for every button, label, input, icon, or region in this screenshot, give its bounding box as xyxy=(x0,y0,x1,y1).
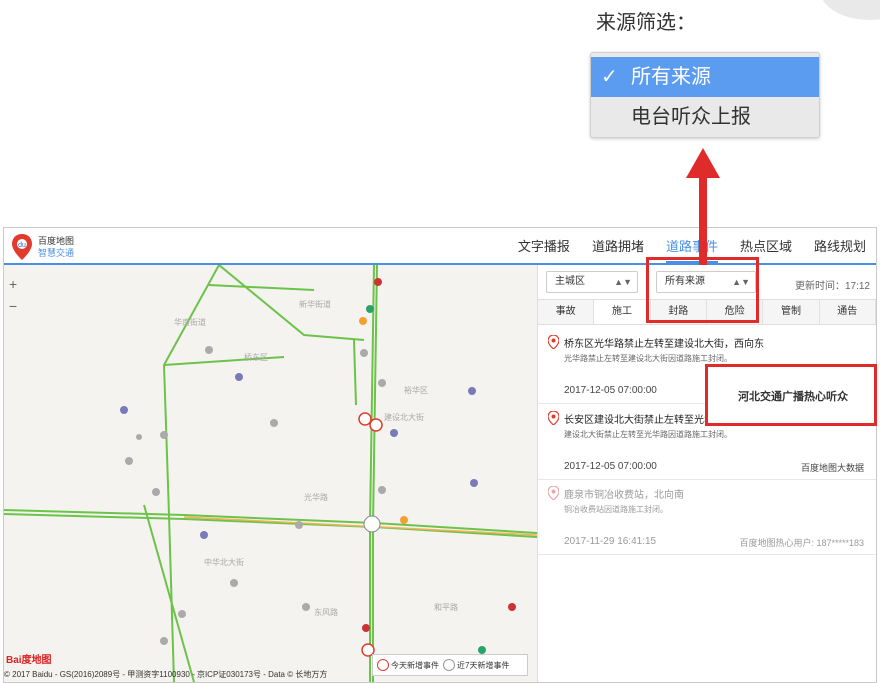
map-label-xinhua: 新华街道 xyxy=(299,299,331,309)
legend-week[interactable]: 近7天新增事件 xyxy=(443,659,509,671)
event-desc: 光华路禁止左转至建设北大街因道路施工封闭。 xyxy=(564,354,732,363)
option-all-sources[interactable]: ✓ 所有来源 xyxy=(591,57,819,97)
map-copyright: © 2017 Baidu - GS(2016)2089号 - 甲测资字11009… xyxy=(4,670,328,679)
today-event-icon xyxy=(377,659,389,671)
nav-text-broadcast[interactable]: 文字播报 xyxy=(518,236,570,255)
poi-markers xyxy=(120,278,516,654)
update-time: 更新时间：17:12 xyxy=(794,281,870,292)
road-network xyxy=(4,265,537,682)
tab-notice[interactable]: 通告 xyxy=(819,300,876,324)
event-time: 2017-12-05 07:00:00 xyxy=(564,461,657,472)
zoom-in-button[interactable]: + xyxy=(9,273,17,295)
check-icon: ✓ xyxy=(601,66,618,88)
select-arrows-icon: ▲▼ xyxy=(614,277,632,287)
location-pin-icon xyxy=(548,411,559,425)
tab-control[interactable]: 管制 xyxy=(763,300,820,324)
corner-decoration xyxy=(820,0,880,20)
map-label-heping: 和平路 xyxy=(434,602,458,612)
highlight-source-select xyxy=(646,257,759,323)
filter-caption: 来源筛选： xyxy=(596,12,696,34)
tab-construction[interactable]: 施工 xyxy=(594,300,651,324)
legend-today[interactable]: 今天新增事件 xyxy=(377,659,439,671)
map-label-jianshe: 建设北大街 xyxy=(384,412,424,422)
map-label-zhonghua: 中华北大街 xyxy=(204,557,244,567)
location-pin-icon xyxy=(548,335,559,349)
zoom-control: + − xyxy=(9,273,17,317)
nav-road-congestion[interactable]: 道路拥堵 xyxy=(592,236,644,255)
option-radio-listener[interactable]: 电台听众上报 xyxy=(591,97,819,137)
svg-text:du: du xyxy=(18,242,26,249)
map-label-qiaodong: 桥东区 xyxy=(244,352,268,362)
option-label: 所有来源 xyxy=(631,66,711,88)
event-title: 桥东区光华路禁止左转至建设北大街，西向东 xyxy=(564,339,764,350)
district-select[interactable]: 主城区 ▲▼ xyxy=(546,271,638,293)
junction-marker xyxy=(363,515,381,533)
tab-accident[interactable]: 事故 xyxy=(538,300,595,324)
baidu-map-logo-icon: du xyxy=(12,234,32,260)
map-label-huanan: 华南街道 xyxy=(174,317,206,327)
event-time: 2017-12-05 07:00:00 xyxy=(564,385,657,396)
events-panel: 主城区 ▲▼ 所有来源 ▲▼ 更新时间：17:12 事故 施工 封路 危险 管制… xyxy=(537,265,876,682)
event-source: 百度地图热心用户: 187*****183 xyxy=(739,538,864,548)
event-desc: 铜冶收费站因道路施工封闭。 xyxy=(564,505,668,514)
road-segment-orange xyxy=(183,516,537,536)
option-label: 电台听众上报 xyxy=(631,106,751,128)
nav-route-planning[interactable]: 路线规划 xyxy=(814,236,866,255)
source-dropdown-popup: ✓ 所有来源 电台听众上报 xyxy=(590,52,820,138)
map-label-guanghua: 光华路 xyxy=(304,492,328,502)
event-desc: 建设北大街禁止左转至光华路因道路施工封闭。 xyxy=(564,430,732,439)
baidu-watermark: Bai度地图 xyxy=(6,655,52,666)
callout-text: 河北交通广播热心听众 xyxy=(738,391,848,403)
map-label-yuhua: 裕华区 xyxy=(404,385,428,395)
event-item[interactable]: 鹿泉市铜冶收费站，北向南 铜冶收费站因道路施工封闭。 2017-11-29 16… xyxy=(538,480,876,555)
map-roads: 华南街道 新华街道 桥东区 裕华区 光华路 建设北大街 中华北大街 东风路 和平… xyxy=(4,265,537,682)
zoom-out-button[interactable]: − xyxy=(9,295,17,317)
map-label-dongfeng: 东风路 xyxy=(314,607,338,617)
map-legend: 今天新增事件 近7天新增事件 xyxy=(372,654,528,676)
location-pin-icon xyxy=(548,486,559,500)
logo-subtitle: 智慧交通 xyxy=(38,248,75,258)
map-canvas[interactable]: 华南街道 新华街道 桥东区 裕华区 光华路 建设北大街 中华北大街 东风路 和平… xyxy=(4,265,537,682)
event-time: 2017-11-29 16:41:15 xyxy=(564,536,657,547)
week-event-icon xyxy=(443,659,455,671)
event-source: 百度地图大数据 xyxy=(800,463,864,473)
map-labels: 华南街道 新华街道 桥东区 裕华区 光华路 建设北大街 中华北大街 东风路 和平… xyxy=(174,299,458,617)
event-title: 鹿泉市铜冶收费站，北向南 xyxy=(564,490,684,501)
nav-hotspot-areas[interactable]: 热点区域 xyxy=(740,236,792,255)
